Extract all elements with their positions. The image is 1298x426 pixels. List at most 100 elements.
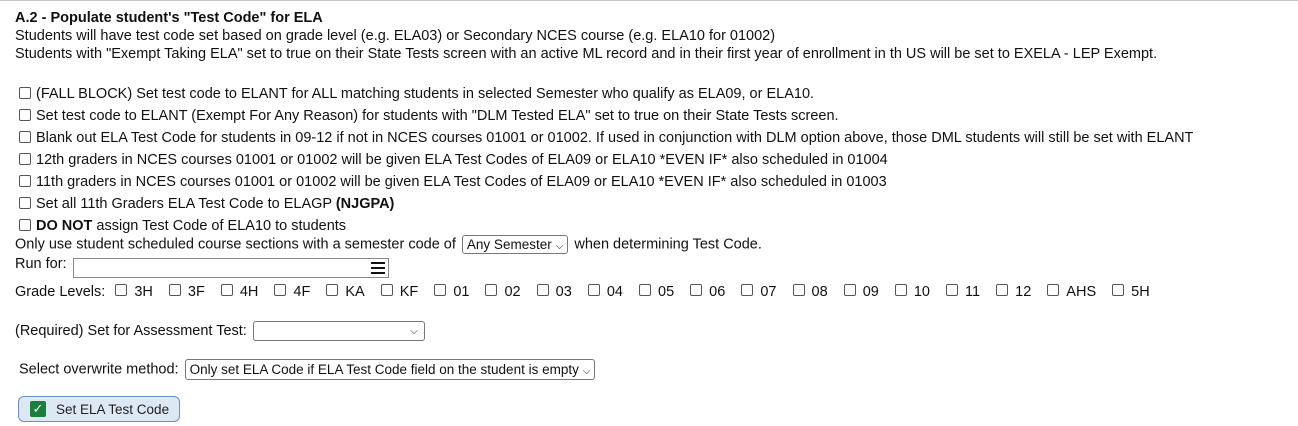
grade-09-label: 09 — [862, 284, 879, 300]
option-elagp-label-bold: (NJGPA) — [335, 196, 395, 212]
option-blank-out[interactable]: Blank out ELA Test Code for students in … — [19, 130, 1193, 146]
grade-04-checkbox[interactable] — [587, 284, 600, 296]
overwrite-row: Select overwrite method: Only set ELA Co… — [19, 359, 596, 380]
grade-3h-label: 3H — [134, 284, 153, 300]
grade-levels-label: Grade Levels: — [15, 284, 106, 300]
option-fall-block-checkbox[interactable] — [19, 87, 31, 99]
assessment-select[interactable]: ⌵ — [252, 321, 425, 341]
option-elagp-checkbox[interactable] — [19, 197, 31, 209]
grade-kf-checkbox[interactable] — [380, 284, 393, 296]
grade-4f-checkbox[interactable] — [274, 284, 287, 296]
option-12th-graders-checkbox[interactable] — [19, 153, 31, 165]
grade-02-checkbox[interactable] — [485, 284, 498, 296]
option-fall-block-label: (FALL BLOCK) Set test code to ELANT for … — [36, 86, 815, 102]
assessment-label: (Required) Set for Assessment Test: — [15, 322, 247, 339]
assessment-row: (Required) Set for Assessment Test: ⌵ — [15, 321, 425, 341]
option-fall-block[interactable]: (FALL BLOCK) Set test code to ELANT for … — [19, 86, 814, 102]
overwrite-select-value: Only set ELA Code if ELA Test Code field… — [189, 362, 579, 377]
option-11th-graders[interactable]: 11th graders in NCES courses 01001 or 01… — [19, 174, 887, 190]
grade-4f[interactable]: 4F — [274, 284, 320, 300]
option-elagp[interactable]: Set all 11th Graders ELA Test Code to EL… — [19, 196, 394, 212]
grade-08-label: 08 — [811, 284, 828, 300]
grade-06-checkbox[interactable] — [690, 284, 703, 296]
grade-ahs-label: AHS — [1066, 284, 1097, 300]
hamburger-menu-icon[interactable] — [371, 262, 385, 274]
grade-03-checkbox[interactable] — [536, 284, 549, 296]
grade-08-checkbox[interactable] — [792, 284, 805, 296]
grade-10-checkbox[interactable] — [894, 284, 907, 296]
grade-08[interactable]: 08 — [792, 284, 838, 300]
grade-04[interactable]: 04 — [587, 284, 633, 300]
grade-04-label: 04 — [606, 284, 623, 300]
option-11th-graders-label: 11th graders in NCES courses 01001 or 01… — [36, 174, 887, 190]
grade-4h-checkbox[interactable] — [220, 284, 233, 296]
chevron-down-icon: ⌵ — [410, 326, 418, 337]
grade-ahs[interactable]: AHS — [1047, 284, 1106, 300]
grade-ka[interactable]: KA — [326, 284, 374, 300]
grade-3f-label: 3F — [187, 284, 205, 300]
set-ela-test-code-button[interactable]: ✓ Set ELA Test Code — [18, 396, 180, 422]
section-title: A.2 - Populate student's "Test Code" for… — [15, 10, 323, 26]
option-blank-out-checkbox[interactable] — [19, 131, 31, 143]
grade-01-checkbox[interactable] — [434, 284, 447, 296]
option-12th-graders-label: 12th graders in NCES courses 01001 or 01… — [36, 152, 888, 168]
option-12th-graders[interactable]: 12th graders in NCES courses 01001 or 01… — [19, 152, 888, 168]
semester-row: Only use student scheduled course sectio… — [15, 235, 762, 254]
grade-ka-label: KA — [345, 284, 365, 300]
set-ela-test-code-button-label: Set ELA Test Code — [56, 402, 170, 417]
grade-07-label: 07 — [760, 284, 777, 300]
grade-06[interactable]: 06 — [690, 284, 735, 300]
grade-kf[interactable]: KF — [380, 284, 429, 300]
grade-01-label: 01 — [453, 284, 470, 300]
grade-4h[interactable]: 4H — [220, 284, 269, 300]
overwrite-label: Select overwrite method: — [19, 361, 179, 378]
grade-11[interactable]: 11 — [946, 284, 990, 300]
grade-3f-checkbox[interactable] — [168, 284, 181, 296]
grade-09-checkbox[interactable] — [843, 284, 856, 296]
overwrite-select[interactable]: Only set ELA Code if ELA Test Code field… — [184, 359, 596, 380]
semester-select-value: Any Semester — [466, 237, 552, 252]
semester-suffix: when determining Test Code. — [574, 236, 762, 253]
section-description-1: Students will have test code set based o… — [15, 28, 776, 44]
chevron-down-icon: ⌵ — [555, 241, 564, 252]
option-elagp-label: Set all 11th Graders ELA Test Code to EL… — [36, 196, 336, 212]
grade-3h-checkbox[interactable] — [115, 284, 128, 296]
grade-12[interactable]: 12 — [996, 284, 1041, 300]
grade-5h-label: 5H — [1131, 284, 1150, 300]
option-dlm-elant[interactable]: Set test code to ELANT (Exempt For Any R… — [19, 108, 839, 124]
option-11th-graders-checkbox[interactable] — [19, 175, 31, 187]
grade-12-checkbox[interactable] — [996, 284, 1009, 296]
option-blank-out-label: Blank out ELA Test Code for students in … — [36, 130, 1194, 146]
option-do-not-ela10-label: assign Test Code of ELA10 to students — [92, 218, 347, 234]
grade-5h-checkbox[interactable] — [1112, 284, 1125, 296]
grade-01[interactable]: 01 — [434, 284, 479, 300]
grade-3h[interactable]: 3H — [115, 284, 163, 300]
grade-05[interactable]: 05 — [639, 284, 684, 300]
section-description-2: Students with "Exempt Taking ELA" set to… — [15, 46, 1158, 62]
grade-10-label: 10 — [913, 284, 930, 300]
top-divider — [0, 0, 1298, 1]
grade-03[interactable]: 03 — [536, 284, 582, 300]
option-dlm-elant-checkbox[interactable] — [19, 109, 31, 121]
grade-4h-label: 4H — [239, 284, 259, 300]
option-do-not-ela10-label-bold: DO NOT — [36, 218, 93, 234]
grade-02[interactable]: 02 — [485, 284, 530, 300]
grade-3f[interactable]: 3F — [168, 284, 215, 300]
option-do-not-ela10-checkbox[interactable] — [19, 219, 31, 231]
grade-12-label: 12 — [1015, 284, 1032, 300]
grade-09[interactable]: 09 — [843, 284, 889, 300]
semester-select[interactable]: Any Semester ⌵ — [461, 235, 569, 254]
option-do-not-ela10[interactable]: DO NOT assign Test Code of ELA10 to stud… — [19, 218, 346, 234]
grade-11-checkbox[interactable] — [946, 284, 959, 296]
run-for-label: Run for: — [15, 256, 67, 272]
grade-07[interactable]: 07 — [741, 284, 786, 300]
grade-4f-label: 4F — [293, 284, 311, 300]
grade-ahs-checkbox[interactable] — [1047, 284, 1060, 296]
grade-02-label: 02 — [504, 284, 521, 300]
run-for-input[interactable] — [73, 258, 389, 278]
grade-10[interactable]: 10 — [894, 284, 940, 300]
grade-05-checkbox[interactable] — [639, 284, 651, 296]
grade-07-checkbox[interactable] — [741, 284, 754, 296]
grade-ka-checkbox[interactable] — [326, 284, 339, 296]
grade-5h[interactable]: 5H — [1112, 284, 1160, 300]
